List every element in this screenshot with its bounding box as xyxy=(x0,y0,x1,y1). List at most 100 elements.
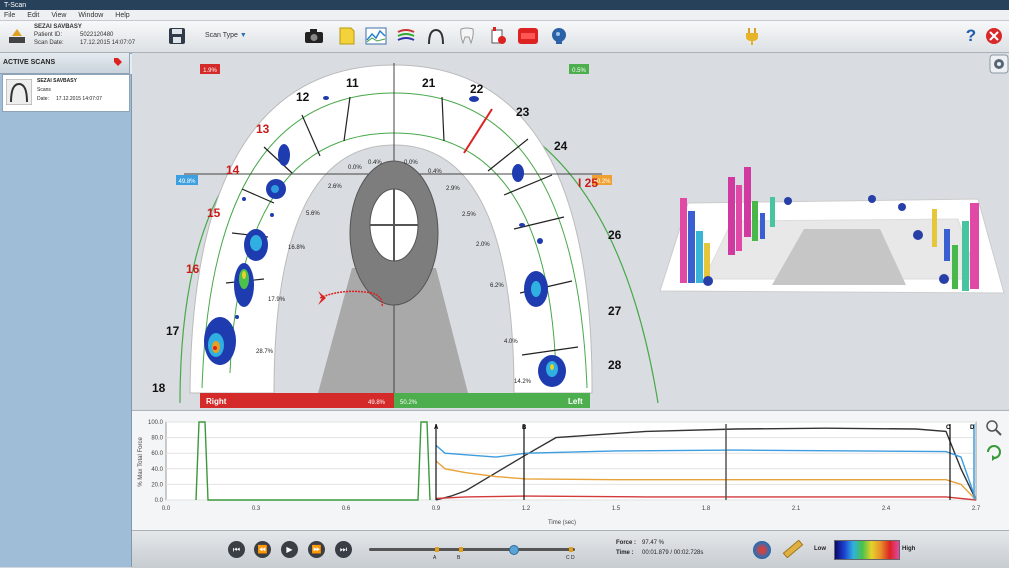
menu-view[interactable]: View xyxy=(51,10,66,20)
layers-icon[interactable] xyxy=(395,26,417,46)
pct-25: 2.0% xyxy=(476,242,490,248)
scan-type-dropdown[interactable]: Scan Type ▼ xyxy=(205,32,247,39)
pct-21: 0.0% xyxy=(404,160,418,166)
pct-16: 17.9% xyxy=(268,297,286,303)
window-title-bar: T-Scan xyxy=(0,0,1009,10)
play-button[interactable]: ▶ xyxy=(281,541,298,558)
tooth-number-15: 15 xyxy=(207,206,221,220)
tooth-number-11: 11 xyxy=(346,76,359,90)
upload-icon[interactable] xyxy=(6,26,28,46)
skip-to-end-button[interactable]: ⏭ xyxy=(335,541,352,558)
contact-spot xyxy=(278,144,290,166)
3d-force-bar xyxy=(944,229,950,261)
left-anterior-badge-text: 0.5% xyxy=(572,68,586,74)
camera-icon[interactable] xyxy=(303,26,325,46)
3d-force-view xyxy=(659,167,1005,294)
rewind-button[interactable]: ⏪ xyxy=(254,541,271,558)
skip-to-start-button[interactable]: ⏮ xyxy=(228,541,245,558)
pct-28: 14.2% xyxy=(514,379,532,385)
x-tick-label: 0.6 xyxy=(342,506,351,512)
menu-file[interactable]: File xyxy=(4,10,15,20)
contact-spot-core xyxy=(242,271,246,279)
tooth-number-22: 22 xyxy=(470,82,484,96)
3d-force-bar xyxy=(752,201,758,241)
video-record-icon[interactable] xyxy=(517,26,539,46)
3d-force-bar xyxy=(970,203,979,289)
zoom-icon[interactable] xyxy=(986,420,1002,436)
3d-force-bar xyxy=(932,209,937,247)
contact-spot xyxy=(242,197,246,201)
patient-id-label: Patient ID: xyxy=(34,32,63,38)
chevron-down-icon: ▼ xyxy=(239,32,247,39)
note-icon[interactable] xyxy=(336,26,358,46)
y-tick-label: 0.0 xyxy=(155,498,164,504)
time-label: Time : xyxy=(616,550,634,556)
contact-spot xyxy=(469,96,479,102)
menu-bar: File Edit View Window Help xyxy=(0,10,1009,21)
tooth-number-13: 13 xyxy=(256,122,270,136)
scan-card[interactable]: SEZAI SAVBASY Scans Date: 17.12.2015 14:… xyxy=(2,74,130,112)
slider-label-d: D xyxy=(571,555,575,561)
contact-spot xyxy=(323,96,329,100)
slider-marker-cd[interactable] xyxy=(569,547,573,552)
pct-11: 0.0% xyxy=(348,165,362,171)
ruler-icon[interactable] xyxy=(782,539,804,559)
3d-contact-dot xyxy=(703,276,713,286)
3d-force-bar xyxy=(744,167,751,237)
tooth-number-25: I 25 xyxy=(578,176,598,190)
refresh-icon[interactable] xyxy=(987,445,1001,461)
tag-icon[interactable] xyxy=(113,57,123,69)
scan-card-date-value: 17.12.2015 14:07:07 xyxy=(56,96,102,102)
patient-id-value: 5022120480 xyxy=(80,32,114,38)
save-icon[interactable] xyxy=(166,26,188,46)
slider-marker-b[interactable] xyxy=(459,547,463,552)
slider-label-c: C xyxy=(566,555,570,561)
right-balance-bar xyxy=(200,393,394,408)
slider-marker-a[interactable] xyxy=(435,547,439,552)
play-icon: ▶ xyxy=(286,545,293,554)
tooth-number-26: 26 xyxy=(608,228,622,242)
head-profile-icon[interactable] xyxy=(548,26,570,46)
right-anterior-badge-text: 1.9% xyxy=(203,68,217,74)
marker-c-label: C xyxy=(946,425,951,431)
record-icon[interactable] xyxy=(487,26,509,46)
tooth-number-24: 24 xyxy=(554,139,568,153)
3d-force-bar xyxy=(680,198,687,283)
y-tick-label: 100.0 xyxy=(148,420,164,426)
x-tick-label: 2.7 xyxy=(972,506,981,512)
tooth-number-14: 14 xyxy=(226,163,240,177)
contact-spot-core xyxy=(531,281,541,297)
view-settings-icon[interactable] xyxy=(989,54,1009,74)
menu-edit[interactable]: Edit xyxy=(27,10,39,20)
pct-22: 0.4% xyxy=(428,169,442,175)
3d-force-bar xyxy=(962,221,969,291)
contact-spot-core xyxy=(271,185,279,193)
contact-spot xyxy=(519,223,525,227)
slider-thumb[interactable] xyxy=(509,545,520,555)
fast-forward-button[interactable]: ⏩ xyxy=(308,541,325,558)
graph-view-icon[interactable] xyxy=(365,26,387,46)
scan-date-label: Scan Date: xyxy=(34,40,64,46)
close-icon[interactable] xyxy=(983,26,1005,46)
time-value: 00:01.879 / 00:02.728s xyxy=(642,550,704,556)
x-tick-label: 1.8 xyxy=(702,506,711,512)
menu-window[interactable]: Window xyxy=(78,10,103,20)
arch-force-view: 1.9% 0.5% 49.8% 50.2% 11 12 17 18 21 22 … xyxy=(152,54,1009,408)
scan-date-value: 17.12.2015 14:07:07 xyxy=(80,40,136,46)
color-mode-icon[interactable] xyxy=(753,541,771,559)
menu-help[interactable]: Help xyxy=(115,10,129,20)
arch-thumbnail-icon xyxy=(6,79,32,105)
plug-icon[interactable] xyxy=(741,26,763,46)
tooth-number-17: 17 xyxy=(166,324,180,338)
pct-17: 28.7% xyxy=(256,349,274,355)
3d-force-bar xyxy=(760,213,765,239)
force-color-legend xyxy=(834,540,900,560)
3d-contact-dot xyxy=(784,197,792,205)
tooth-number-27: 27 xyxy=(608,304,622,318)
playback-slider[interactable] xyxy=(369,545,575,555)
help-icon[interactable]: ? xyxy=(960,26,982,46)
pct-13: 2.6% xyxy=(328,184,342,190)
tooth-icon[interactable] xyxy=(456,26,478,46)
arch-outline-icon[interactable] xyxy=(425,26,447,46)
tooth-number-28: 28 xyxy=(608,358,622,372)
